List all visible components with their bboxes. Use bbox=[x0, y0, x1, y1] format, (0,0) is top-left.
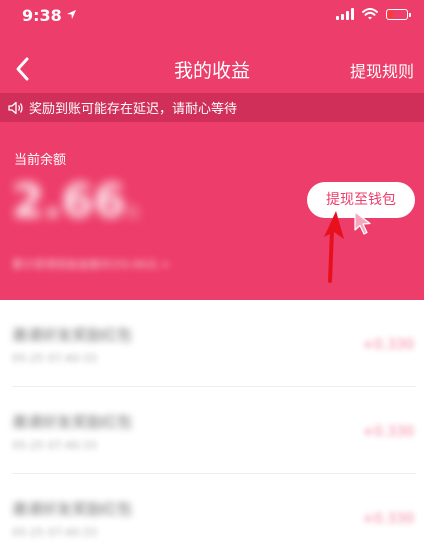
record-time: 05-25 07:40:33 bbox=[12, 439, 97, 452]
status-time: 9:38 bbox=[22, 6, 77, 25]
balance-unit: 元 bbox=[125, 205, 140, 221]
balance-value: 2.66 bbox=[12, 174, 126, 228]
list-item[interactable]: 邀请好友奖励红包 05-25 07:40:33 +0.330 bbox=[0, 474, 424, 560]
speaker-icon bbox=[8, 101, 23, 114]
record-amount: +0.330 bbox=[362, 337, 414, 353]
annotation-arrow-icon bbox=[324, 211, 344, 283]
notice-text: 奖励到账可能存在延迟，请耐心等待 bbox=[29, 102, 238, 117]
status-icons bbox=[336, 8, 411, 20]
notice-bar: 奖励到账可能存在延迟，请耐心等待 bbox=[0, 93, 424, 122]
balance-label: 当前余额 bbox=[14, 153, 67, 168]
list-item[interactable]: 邀请好友奖励红包 05-25 07:40:33 +0.330 bbox=[0, 300, 424, 386]
list-item[interactable]: 邀请好友奖励红包 05-25 07:40:33 +0.330 bbox=[0, 387, 424, 473]
status-time-text: 9:38 bbox=[22, 6, 62, 25]
record-amount: +0.330 bbox=[362, 424, 414, 440]
record-title: 邀请好友奖励红包 bbox=[12, 326, 133, 344]
wifi-icon bbox=[362, 8, 378, 20]
total-earnings-link[interactable]: 累计获得奖励金额共计6.66元 > bbox=[12, 256, 170, 272]
record-time: 05-25 07:40:33 bbox=[12, 352, 97, 365]
record-title: 邀请好友奖励红包 bbox=[12, 500, 133, 518]
battery-icon bbox=[386, 8, 411, 20]
record-title: 邀请好友奖励红包 bbox=[12, 413, 133, 431]
cellular-signal-icon bbox=[336, 8, 354, 20]
record-time: 05-25 07:40:33 bbox=[12, 526, 97, 539]
location-arrow-icon bbox=[66, 9, 76, 20]
record-amount: +0.330 bbox=[362, 511, 414, 527]
balance-amount: 2.66元 bbox=[12, 174, 140, 228]
pointer-cursor-icon bbox=[354, 211, 371, 235]
withdraw-rules-link[interactable]: 提现规则 bbox=[350, 58, 414, 82]
